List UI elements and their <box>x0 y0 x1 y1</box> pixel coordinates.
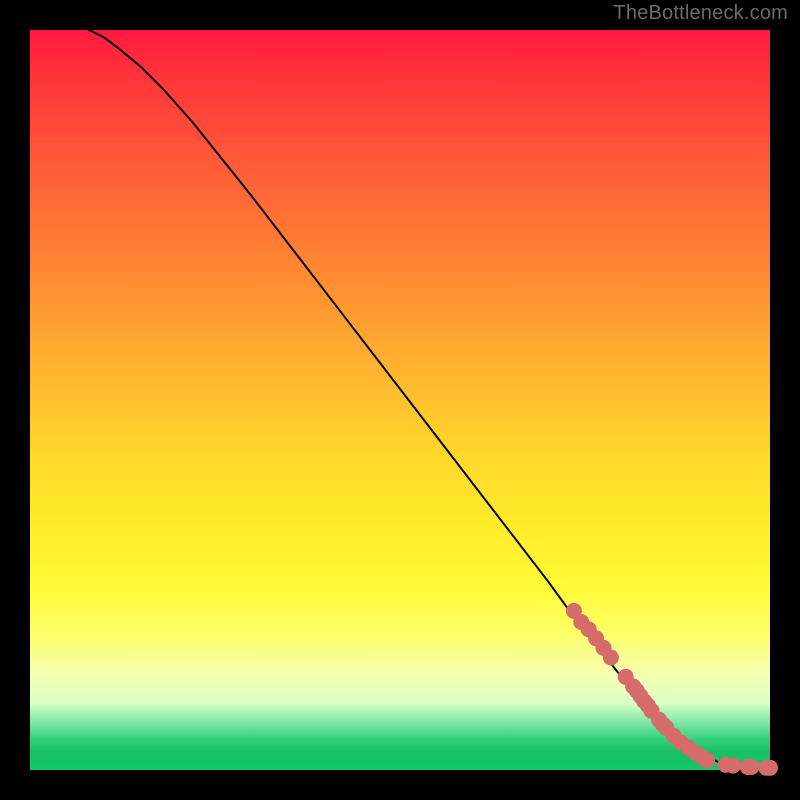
plot-svg <box>30 30 770 770</box>
data-marker <box>744 759 760 775</box>
markers-group <box>566 603 778 776</box>
plot-area <box>30 30 770 770</box>
data-marker <box>725 758 741 774</box>
chart-frame: TheBottleneck.com <box>0 0 800 800</box>
data-marker <box>603 650 619 666</box>
data-marker <box>762 760 778 776</box>
curve-line <box>89 30 770 769</box>
watermark-label: TheBottleneck.com <box>613 2 788 25</box>
data-marker <box>699 752 715 768</box>
